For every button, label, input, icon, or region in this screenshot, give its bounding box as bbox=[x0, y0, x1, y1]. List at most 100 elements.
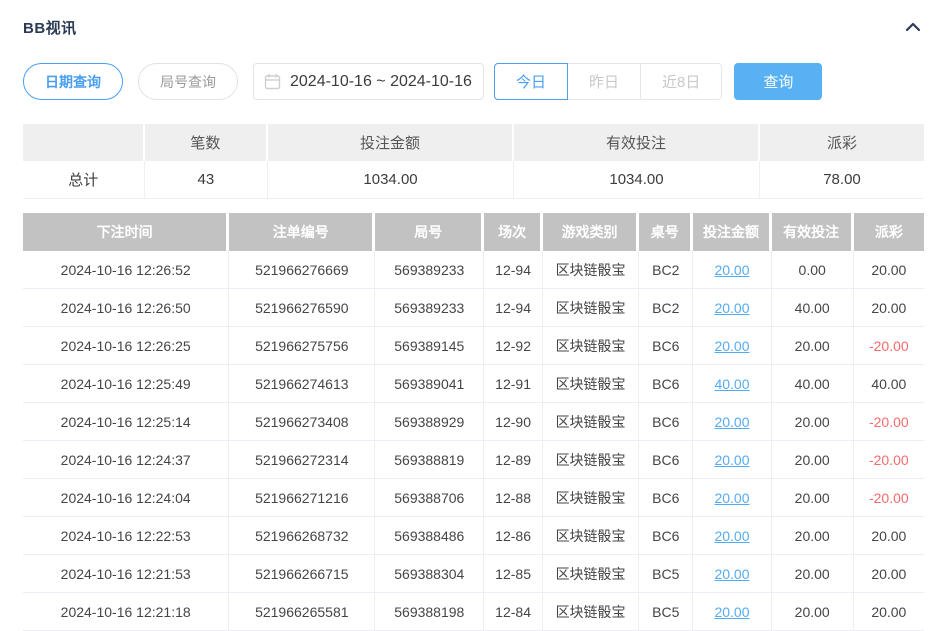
col-valid-bet: 有效投注 bbox=[772, 213, 854, 251]
bet-amount-link[interactable]: 20.00 bbox=[714, 490, 749, 506]
summary-count-value: 43 bbox=[145, 161, 268, 199]
bet-amount-link[interactable]: 20.00 bbox=[714, 452, 749, 468]
order-number-cell: 521966276669 bbox=[229, 251, 375, 289]
summary-header-payout: 派彩 bbox=[760, 124, 924, 161]
session-cell: 12-88 bbox=[484, 479, 543, 517]
valid-bet-cell: 20.00 bbox=[772, 403, 854, 441]
session-cell: 12-94 bbox=[484, 289, 543, 327]
bet-time-cell: 2024-10-16 12:22:53 bbox=[23, 517, 229, 555]
filter-bar: 日期查询 局号查询 2024-10-16 ~ 2024-10-16 今日 昨日 … bbox=[23, 63, 924, 100]
date-range-input[interactable]: 2024-10-16 ~ 2024-10-16 bbox=[253, 63, 484, 100]
summary-header-empty bbox=[23, 124, 145, 161]
round-number-cell: 569388706 bbox=[375, 479, 484, 517]
round-number-cell: 569389041 bbox=[375, 365, 484, 403]
valid-bet-cell: 40.00 bbox=[772, 365, 854, 403]
bet-amount-link[interactable]: 20.00 bbox=[714, 604, 749, 620]
page-title: BB视讯 bbox=[23, 17, 77, 38]
col-bet-time: 下注时间 bbox=[23, 213, 229, 251]
bet-amount-link[interactable]: 40.00 bbox=[714, 376, 749, 392]
summary-table: 笔数 投注金额 有效投注 派彩 总计 43 1034.00 1034.00 78… bbox=[23, 124, 924, 199]
quick-range-group: 今日 昨日 近8日 bbox=[494, 63, 722, 100]
bet-amount-cell: 40.00 bbox=[693, 365, 771, 403]
round-number-cell: 569388929 bbox=[375, 403, 484, 441]
payout-cell: -20.00 bbox=[854, 441, 924, 479]
bet-amount-cell: 20.00 bbox=[693, 403, 771, 441]
summary-valid-bet-value: 1034.00 bbox=[514, 161, 760, 199]
summary-header-valid-bet: 有效投注 bbox=[514, 124, 760, 161]
order-number-cell: 521966266715 bbox=[229, 555, 375, 593]
table-row: 2024-10-16 12:25:49 521966274613 5693890… bbox=[23, 365, 924, 403]
col-order-number: 注单编号 bbox=[229, 213, 375, 251]
quick-range-last8days[interactable]: 近8日 bbox=[640, 63, 722, 100]
quick-range-today[interactable]: 今日 bbox=[494, 63, 568, 100]
bet-table-body: 2024-10-16 12:26:52 521966276669 5693892… bbox=[23, 251, 924, 631]
tab-date-query[interactable]: 日期查询 bbox=[23, 63, 123, 100]
tab-round-query[interactable]: 局号查询 bbox=[138, 63, 238, 100]
round-number-cell: 569389233 bbox=[375, 289, 484, 327]
bet-amount-cell: 20.00 bbox=[693, 479, 771, 517]
table-number-cell: BC6 bbox=[639, 479, 693, 517]
round-number-cell: 569388198 bbox=[375, 593, 484, 631]
summary-header-row: 笔数 投注金额 有效投注 派彩 bbox=[23, 124, 924, 161]
bet-amount-link[interactable]: 20.00 bbox=[714, 414, 749, 430]
collapse-button[interactable] bbox=[902, 18, 924, 36]
table-number-cell: BC5 bbox=[639, 593, 693, 631]
table-number-cell: BC2 bbox=[639, 251, 693, 289]
payout-cell: -20.00 bbox=[854, 327, 924, 365]
session-cell: 12-89 bbox=[484, 441, 543, 479]
payout-cell: 20.00 bbox=[854, 251, 924, 289]
search-button[interactable]: 查询 bbox=[734, 63, 822, 100]
bet-amount-cell: 20.00 bbox=[693, 517, 771, 555]
session-cell: 12-85 bbox=[484, 555, 543, 593]
bet-amount-cell: 20.00 bbox=[693, 327, 771, 365]
valid-bet-cell: 0.00 bbox=[772, 251, 854, 289]
quick-range-yesterday[interactable]: 昨日 bbox=[567, 63, 641, 100]
table-row: 2024-10-16 12:22:53 521966268732 5693884… bbox=[23, 517, 924, 555]
bet-amount-link[interactable]: 20.00 bbox=[714, 566, 749, 582]
table-number-cell: BC6 bbox=[639, 403, 693, 441]
payout-cell: 40.00 bbox=[854, 365, 924, 403]
bet-time-cell: 2024-10-16 12:26:52 bbox=[23, 251, 229, 289]
payout-cell: -20.00 bbox=[854, 403, 924, 441]
bet-amount-cell: 20.00 bbox=[693, 555, 771, 593]
session-cell: 12-90 bbox=[484, 403, 543, 441]
session-cell: 12-86 bbox=[484, 517, 543, 555]
table-row: 2024-10-16 12:21:53 521966266715 5693883… bbox=[23, 555, 924, 593]
order-number-cell: 521966273408 bbox=[229, 403, 375, 441]
col-bet-amount: 投注金额 bbox=[693, 213, 771, 251]
bet-amount-cell: 20.00 bbox=[693, 593, 771, 631]
session-cell: 12-84 bbox=[484, 593, 543, 631]
date-range-value: 2024-10-16 ~ 2024-10-16 bbox=[290, 73, 472, 91]
bet-time-cell: 2024-10-16 12:24:04 bbox=[23, 479, 229, 517]
table-number-cell: BC6 bbox=[639, 365, 693, 403]
order-number-cell: 521966272314 bbox=[229, 441, 375, 479]
order-number-cell: 521966265581 bbox=[229, 593, 375, 631]
session-cell: 12-94 bbox=[484, 251, 543, 289]
round-number-cell: 569388819 bbox=[375, 441, 484, 479]
table-row: 2024-10-16 12:26:52 521966276669 5693892… bbox=[23, 251, 924, 289]
col-game-type: 游戏类别 bbox=[543, 213, 639, 251]
table-row: 2024-10-16 12:21:18 521966265581 5693881… bbox=[23, 593, 924, 631]
order-number-cell: 521966268732 bbox=[229, 517, 375, 555]
bet-time-cell: 2024-10-16 12:21:53 bbox=[23, 555, 229, 593]
round-number-cell: 569389233 bbox=[375, 251, 484, 289]
bet-amount-link[interactable]: 20.00 bbox=[714, 262, 749, 278]
payout-cell: -20.00 bbox=[854, 479, 924, 517]
round-number-cell: 569389145 bbox=[375, 327, 484, 365]
session-cell: 12-92 bbox=[484, 327, 543, 365]
payout-cell: 20.00 bbox=[854, 593, 924, 631]
game-type-cell: 区块链骰宝 bbox=[543, 479, 639, 517]
order-number-cell: 521966275756 bbox=[229, 327, 375, 365]
bet-time-cell: 2024-10-16 12:24:37 bbox=[23, 441, 229, 479]
bet-amount-link[interactable]: 20.00 bbox=[714, 300, 749, 316]
summary-bet-amount-value: 1034.00 bbox=[268, 161, 514, 199]
bet-amount-link[interactable]: 20.00 bbox=[714, 528, 749, 544]
payout-cell: 20.00 bbox=[854, 517, 924, 555]
valid-bet-cell: 20.00 bbox=[772, 593, 854, 631]
bet-amount-link[interactable]: 20.00 bbox=[714, 338, 749, 354]
order-number-cell: 521966276590 bbox=[229, 289, 375, 327]
bet-time-cell: 2024-10-16 12:25:14 bbox=[23, 403, 229, 441]
game-type-cell: 区块链骰宝 bbox=[543, 365, 639, 403]
bet-time-cell: 2024-10-16 12:26:25 bbox=[23, 327, 229, 365]
summary-header-count: 笔数 bbox=[145, 124, 268, 161]
